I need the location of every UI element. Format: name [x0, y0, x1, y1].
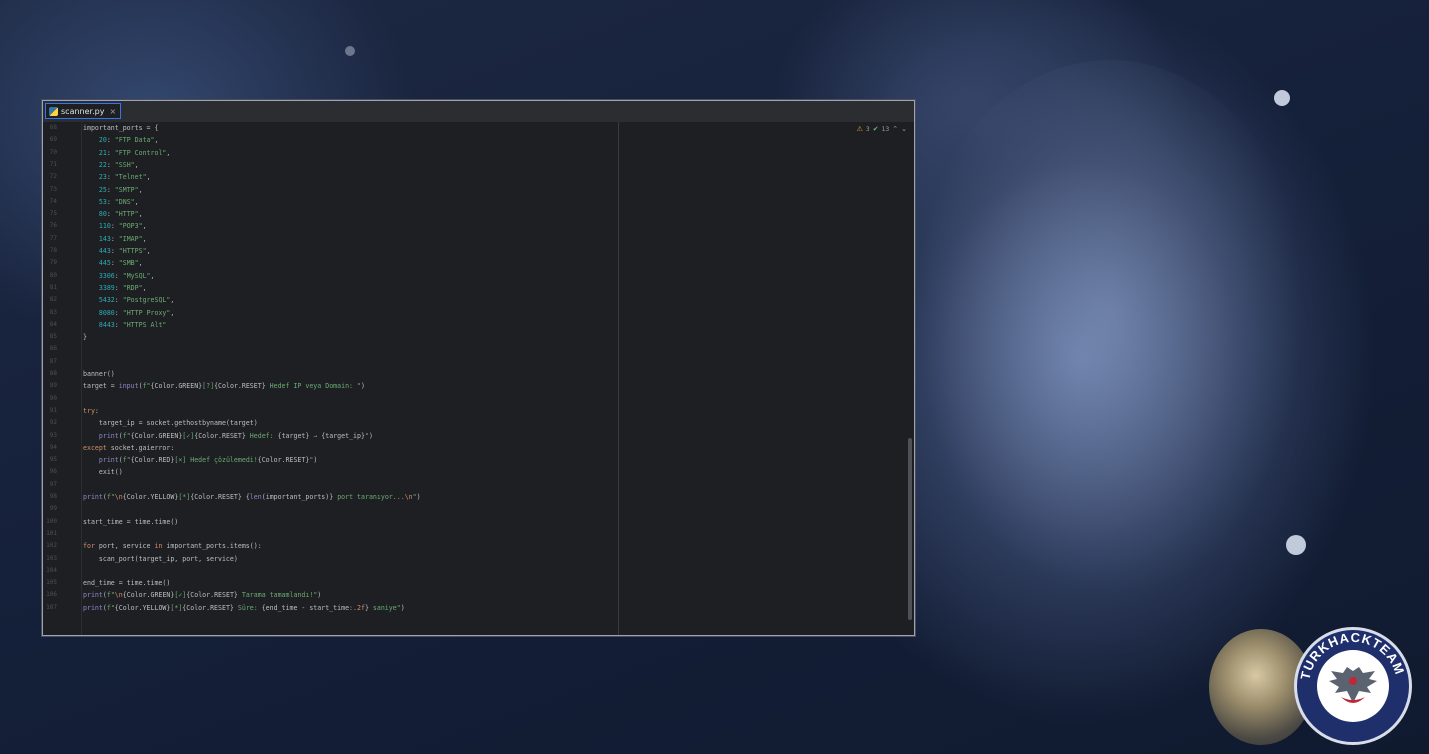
code-line[interactable]: 53: "DNS",	[83, 196, 139, 208]
line-number: 78	[49, 247, 57, 254]
line-number: 69	[49, 136, 57, 144]
line-number: 89	[49, 382, 57, 390]
code-line[interactable]: 80: "HTTP",	[83, 208, 143, 220]
code-line[interactable]: 23: "Telnet",	[83, 171, 151, 183]
code-line[interactable]: for port, service in important_ports.ite…	[83, 540, 262, 552]
weak-warning-count: 13	[881, 125, 890, 133]
code-line[interactable]: }	[83, 331, 87, 343]
editor-split-divider[interactable]	[618, 122, 619, 635]
code-line[interactable]: try:	[83, 405, 99, 417]
line-number: 68	[49, 124, 57, 131]
line-number: 102	[46, 542, 57, 550]
light-orb	[1274, 90, 1290, 106]
line-number: 77	[49, 234, 57, 242]
code-line[interactable]: 443: "HTTPS",	[83, 245, 151, 257]
code-line[interactable]: print(f"{Color.RED}[×] Hedef çözülemedi!…	[83, 454, 317, 466]
warning-count: 3	[865, 125, 870, 133]
line-number: 95	[49, 456, 57, 464]
ide-window: scanner.py × 68 69 70 71 72 73 74 75 76 77 78 79 80 8…	[41, 99, 916, 637]
tab-scanner-py[interactable]: scanner.py ×	[45, 103, 122, 119]
line-number: 104	[46, 566, 57, 574]
code-line[interactable]: 20: "FTP Data",	[83, 134, 159, 146]
code-line[interactable]: scan_port(target_ip, port, service)	[83, 553, 238, 565]
code-line[interactable]: end_time = time.time()	[83, 577, 170, 589]
line-number: 106	[46, 591, 57, 599]
logo-emblem	[1317, 650, 1389, 722]
line-number-gutter: 68 69 70 71 72 73 74 75 76 77 78 79 80 81 82 83 84 85 86 87…	[43, 122, 82, 635]
line-number: 79	[49, 259, 57, 267]
line-number: 86	[49, 345, 57, 353]
code-line[interactable]: print(f"{Color.YELLOW}[*]{Color.RESET} S…	[83, 602, 405, 614]
code-line[interactable]: start_time = time.time()	[83, 516, 178, 528]
line-number: 94	[49, 443, 57, 451]
line-number: 71	[49, 160, 57, 168]
chevron-down-icon[interactable]: ⌄	[901, 125, 907, 133]
line-number: 73	[49, 185, 57, 193]
line-number: 75	[49, 210, 57, 218]
background-glow	[900, 60, 1320, 620]
close-icon[interactable]: ×	[109, 107, 116, 116]
line-number: 82	[49, 296, 57, 304]
light-orb	[345, 46, 355, 56]
code-line[interactable]: 3306: "MySQL",	[83, 270, 155, 282]
line-number: 83	[49, 308, 57, 316]
line-number: 103	[46, 554, 57, 562]
double-eagle-icon	[1329, 667, 1377, 703]
vertical-scrollbar[interactable]	[908, 438, 912, 620]
line-number: 72	[49, 173, 57, 181]
python-file-icon	[49, 106, 58, 116]
code-line[interactable]: 143: "IMAP",	[83, 233, 147, 245]
line-number: 85	[49, 333, 57, 341]
light-orb	[1286, 535, 1306, 555]
inspection-widget[interactable]: ⚠ 3 ✔ 13 ⌃ ⌄	[857, 125, 907, 133]
line-number: 101	[46, 529, 57, 537]
line-number: 100	[46, 517, 57, 525]
line-number: 84	[49, 320, 57, 328]
line-number: 88	[49, 370, 57, 377]
tab-bar: scanner.py ×	[43, 101, 914, 123]
line-number: 90	[49, 394, 57, 402]
line-number: 76	[49, 222, 57, 230]
warning-icon: ⚠	[856, 125, 863, 133]
code-line[interactable]: 110: "POP3",	[83, 220, 147, 232]
code-line[interactable]: exit()	[83, 466, 123, 478]
line-number: 91	[49, 406, 57, 414]
code-line[interactable]: 3389: "RDP",	[83, 282, 147, 294]
check-icon: ✔	[872, 125, 879, 133]
line-number: 99	[49, 505, 57, 513]
code-line[interactable]: target = input(f"{Color.GREEN}[?]{Color.…	[83, 380, 365, 392]
line-number: 105	[46, 579, 57, 587]
line-number: 93	[49, 431, 57, 439]
code-line[interactable]: 22: "SSH",	[83, 159, 139, 171]
code-line[interactable]: 21: "FTP Control",	[83, 147, 171, 159]
code-line[interactable]: print(f"\n{Color.YELLOW}[*]{Color.RESET}…	[83, 491, 421, 503]
line-number: 74	[49, 197, 57, 205]
line-number: 92	[49, 419, 57, 427]
code-area[interactable]: important_ports = { 20: "FTP Data", 21: …	[82, 122, 615, 635]
line-number: 81	[49, 283, 57, 291]
turkhackteam-logo: TURKHACKTEAM	[1294, 627, 1412, 745]
line-number: 87	[49, 357, 57, 365]
code-line[interactable]: print(f"{Color.GREEN}[✓]{Color.RESET} He…	[83, 430, 373, 442]
code-line[interactable]: 445: "SMB",	[83, 257, 143, 269]
code-line[interactable]: print(f"\n{Color.GREEN}[✓]{Color.RESET} …	[83, 589, 321, 601]
code-line[interactable]: 8443: "HTTPS Alt"	[83, 319, 167, 331]
line-number: 97	[49, 480, 57, 488]
code-line[interactable]: target_ip = socket.gethostbyname(target)	[83, 417, 258, 429]
line-number: 98	[49, 493, 57, 500]
code-line[interactable]: 8080: "HTTP Proxy",	[83, 307, 174, 319]
line-number: 80	[49, 271, 57, 279]
tab-label: scanner.py	[61, 106, 105, 116]
line-number: 96	[49, 468, 57, 476]
chevron-up-icon[interactable]: ⌃	[892, 125, 898, 133]
code-line[interactable]: except socket.gaierror:	[83, 442, 174, 454]
code-line[interactable]: banner()	[83, 368, 115, 380]
code-editor[interactable]: 68 69 70 71 72 73 74 75 76 77 78 79 80 81 82 83 84 85 86 87…	[43, 122, 914, 635]
line-number: 70	[49, 148, 57, 156]
code-line[interactable]: 5432: "PostgreSQL",	[83, 294, 174, 306]
code-line[interactable]: important_ports = {	[83, 122, 158, 134]
line-number: 107	[46, 603, 57, 611]
code-line[interactable]: 25: "SMTP",	[83, 184, 143, 196]
